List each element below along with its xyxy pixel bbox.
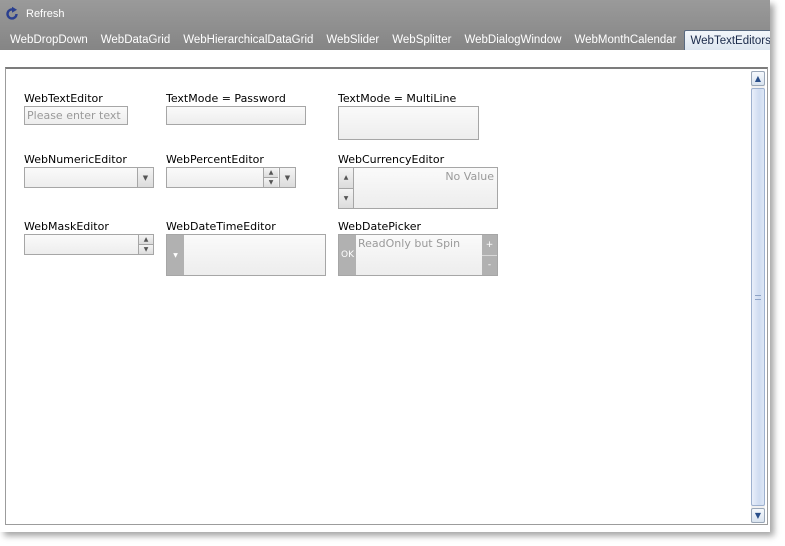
tab-webslider[interactable]: WebSlider [320,30,385,50]
spin-down-icon[interactable]: ▼ [139,244,153,254]
tab-websplitter[interactable]: WebSplitter [386,30,457,50]
spin-up-icon[interactable]: ▲ [264,168,278,177]
percent-dropdown-button[interactable]: ▼ [279,168,295,187]
vertical-scrollbar[interactable]: ▲ ▼ [751,71,765,523]
tab-strip: WebDropDown WebDataGrid WebHierarchicalD… [0,28,770,50]
password-label: TextMode = Password [166,92,286,105]
datepicker-spin-buttons: + - [482,235,497,275]
tab-webmonthcalendar[interactable]: WebMonthCalendar [568,30,682,50]
tab-webtexteditors[interactable]: WebTextEditors [683,30,770,50]
refresh-button[interactable]: Refresh [4,5,65,23]
tab-webdropdown[interactable]: WebDropDown [0,30,94,50]
mask-editor-label: WebMaskEditor [24,220,109,233]
currency-editor-label: WebCurrencyEditor [338,153,445,166]
scroll-down-button[interactable]: ▼ [751,508,765,523]
chevron-down-icon: ▼ [754,511,762,520]
content-panel: WebTextEditor Please enter text TextMode… [5,67,768,525]
chevron-down-icon: ▼ [284,173,291,182]
percent-editor-input[interactable]: ▲ ▼ ▼ [166,167,296,188]
percent-editor-label: WebPercentEditor [166,153,264,166]
text-editor-label: WebTextEditor [24,92,103,105]
grip-icon [755,294,761,300]
chevron-down-icon: ▼ [142,173,149,182]
datepicker-label: WebDatePicker [338,220,422,233]
mask-editor-input[interactable]: ▲ ▼ [24,234,154,255]
text-editor-placeholder: Please enter text [27,109,121,122]
top-toolbar: Refresh WebDropDown WebDataGrid WebHiera… [0,0,770,50]
refresh-icon [6,6,18,20]
datetime-editor-input[interactable]: ▼ [166,234,326,276]
chevron-down-icon: ▼ [173,251,178,259]
mask-spin-buttons: ▲ ▼ [138,235,153,254]
numeric-dropdown-button[interactable]: ▼ [137,168,153,187]
app-window: Refresh WebDropDown WebDataGrid WebHiera… [0,0,770,532]
scroll-up-button[interactable]: ▲ [751,71,765,86]
multiline-input[interactable] [338,106,479,140]
refresh-label: Refresh [26,8,65,20]
percent-spin-buttons: ▲ ▼ [263,168,278,187]
currency-spin-buttons: ▲ ▼ [339,168,354,208]
password-input[interactable] [166,106,306,125]
currency-value: No Value [445,170,494,183]
tab-webdatagrid[interactable]: WebDataGrid [95,30,176,50]
ok-label: OK [341,250,354,260]
scroll-thumb[interactable] [751,88,765,506]
tab-webhierarchicaldatagrid[interactable]: WebHierarchicalDataGrid [177,30,319,50]
datepicker-input[interactable]: OK ReadOnly but Spin + - [338,234,498,276]
datetime-dropdown-button[interactable]: ▼ [167,235,184,275]
currency-editor-input[interactable]: ▲ ▼ No Value [338,167,498,209]
spin-down-icon[interactable]: ▼ [339,187,353,208]
numeric-editor-input[interactable]: ▼ [24,167,154,188]
minus-icon[interactable]: - [482,254,497,276]
tab-webdialogwindow[interactable]: WebDialogWindow [458,30,567,50]
datepicker-value: ReadOnly but Spin [358,237,461,250]
spin-down-icon[interactable]: ▼ [264,177,278,187]
multiline-label: TextMode = MultiLine [338,92,457,105]
datetime-editor-label: WebDateTimeEditor [166,220,276,233]
spin-up-icon[interactable]: ▲ [339,168,353,188]
chevron-up-icon: ▲ [754,74,762,83]
numeric-editor-label: WebNumericEditor [24,153,127,166]
text-editor-input[interactable]: Please enter text [24,106,128,125]
datepicker-ok-button[interactable]: OK [339,235,356,275]
plus-icon[interactable]: + [482,235,497,255]
spin-up-icon[interactable]: ▲ [139,235,153,244]
